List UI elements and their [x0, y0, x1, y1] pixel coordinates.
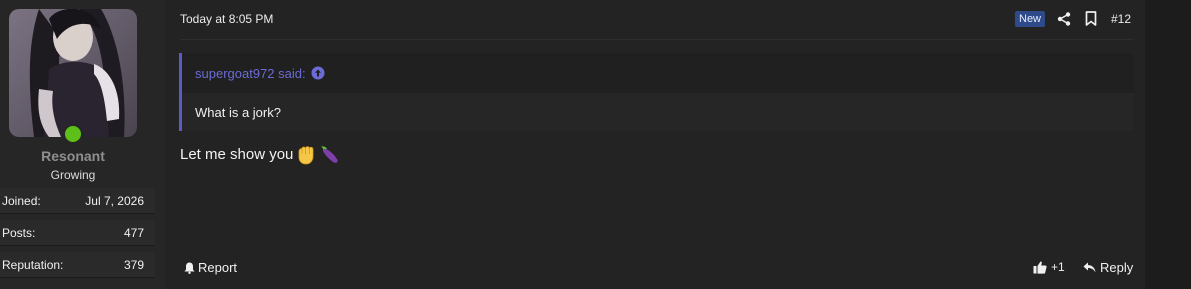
quote-author-link[interactable]: supergoat972 said: — [195, 66, 306, 81]
jump-to-quote-icon[interactable] — [311, 66, 325, 80]
post-body: Today at 8:05 PM New #12 supergoat972 sa… — [165, 0, 1145, 289]
stat-label: Posts: — [2, 225, 36, 240]
quote-block: supergoat972 said: What is a jork? — [179, 53, 1134, 131]
user-info-panel: Resonant Growing Joined: Jul 7, 2026 Pos… — [0, 0, 175, 289]
post-number-link[interactable]: #12 — [1111, 12, 1131, 26]
quote-text: What is a jork? — [195, 105, 281, 120]
stat-value: Jul 7, 2026 — [85, 193, 144, 208]
stat-label: Reputation: — [2, 257, 64, 272]
bookmark-icon[interactable] — [1085, 11, 1097, 26]
username[interactable]: Resonant — [0, 148, 146, 164]
avatar[interactable] — [9, 9, 137, 137]
post-timestamp[interactable]: Today at 8:05 PM — [180, 12, 273, 26]
eggplant-emoji — [319, 143, 341, 165]
post-footer: Report +1 Reply — [180, 258, 1133, 278]
report-label: Report — [198, 260, 238, 275]
stat-posts: Posts: 477 — [0, 220, 155, 246]
thumbs-up-icon — [1033, 261, 1047, 274]
stat-label: Joined: — [2, 193, 41, 208]
message-text: Let me show you — [180, 145, 294, 163]
online-status-indicator — [63, 124, 83, 144]
stat-value: 477 — [123, 225, 144, 240]
report-button[interactable]: Report — [184, 260, 237, 275]
raised-fist-emoji — [295, 143, 317, 165]
post-message: Let me show you — [180, 143, 341, 165]
stat-reputation: Reputation: 379 — [0, 252, 155, 278]
share-icon[interactable] — [1057, 12, 1071, 26]
new-badge: New — [1015, 11, 1046, 27]
page-gutter — [1145, 0, 1191, 289]
stat-value: 379 — [123, 257, 144, 272]
like-count: +1 — [1051, 260, 1065, 274]
user-title: Growing — [50, 168, 96, 182]
bell-icon — [184, 262, 195, 274]
stat-joined: Joined: Jul 7, 2026 — [0, 188, 155, 214]
quote-header: supergoat972 said: — [182, 53, 1134, 93]
reply-label: Reply — [1100, 260, 1134, 275]
reply-button[interactable]: Reply — [1083, 260, 1133, 275]
reply-arrow-icon — [1083, 262, 1096, 273]
like-button[interactable]: +1 — [1033, 260, 1065, 274]
post-header-divider — [180, 39, 1133, 40]
